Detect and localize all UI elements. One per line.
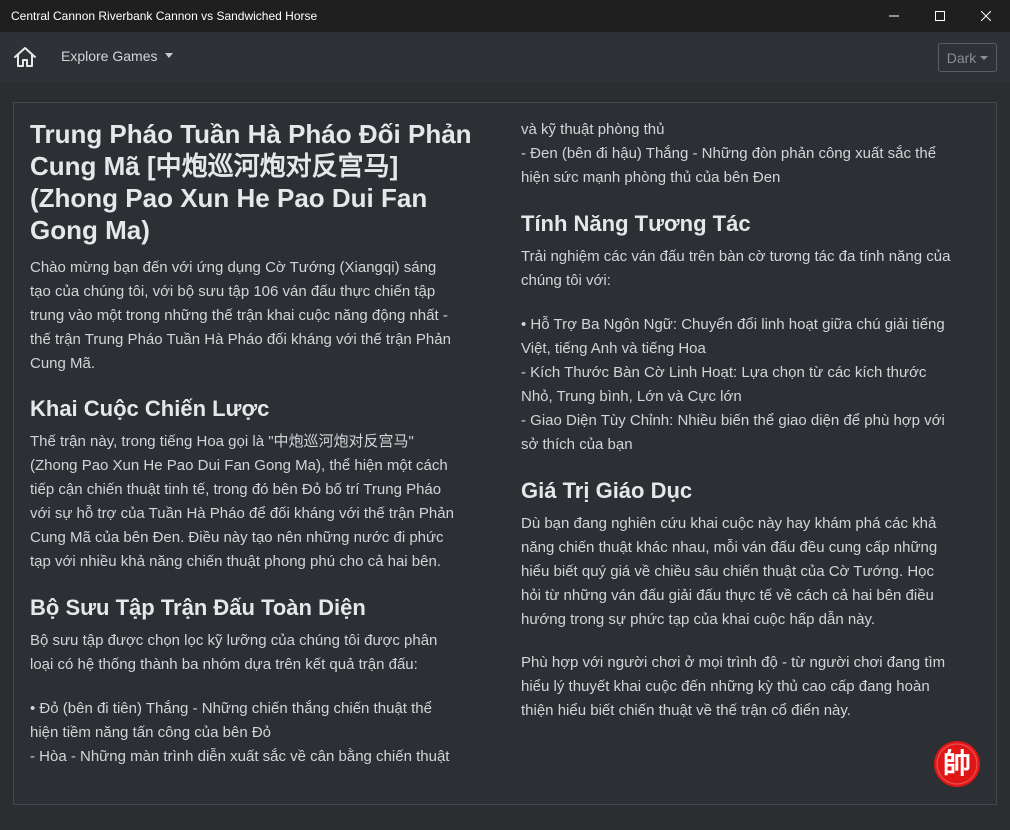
home-button[interactable] [12,44,38,70]
maximize-button[interactable] [917,0,963,32]
education-paragraph: Dù bạn đang nghiên cứu khai cuộc này hay… [521,515,938,628]
collection-list: • Đỏ (bên đi tiên) Thắng - Những chiến t… [30,700,450,765]
caret-down-icon [980,55,989,60]
title-bar: Central Cannon Riverbank Cannon vs Sandw… [0,0,1010,32]
theme-dropdown-button[interactable]: Dark [938,43,997,72]
minimize-icon [889,15,899,17]
close-button[interactable] [963,0,1009,32]
strategy-paragraph: Thế trận này, trong tiếng Hoa gọi là "中炮… [30,433,454,570]
home-icon [14,47,36,67]
xiangqi-logo-icon: 帥 [934,741,980,787]
app-window: Central Cannon Riverbank Cannon vs Sandw… [0,0,1010,830]
intro-paragraph: Chào mừng bạn đến với ứng dụng Cờ Tướng … [30,259,451,372]
caret-down-icon [165,52,174,58]
features-paragraph: Trải nghiệm các ván đấu trên bàn cờ tươn… [521,248,951,289]
maximize-icon [935,11,945,21]
theme-label: Dark [946,49,977,66]
window-title: Central Cannon Riverbank Cannon vs Sandw… [11,9,318,23]
collection-heading: Bộ Sưu Tập Trận Đấu Toàn Diện [30,595,366,620]
collection-paragraph: Bộ sưu tập được chọn lọc kỹ lưỡng của ch… [30,632,438,673]
close-icon [981,11,991,21]
closing-paragraph: Phù hợp với người chơi ở mọi trình độ - … [521,654,946,719]
explore-games-label: Explore Games [61,48,158,64]
strategy-heading: Khai Cuộc Chiến Lược [30,396,270,421]
collection-list-continued: và kỹ thuật phòng thủ - Đen (bên đi hậu)… [521,121,937,186]
minimize-button[interactable] [871,0,917,32]
education-heading: Giá Trị Giáo Dục [521,478,693,503]
content-panel: Trung Pháo Tuần Hà Pháo Đối Phản Cung Mã… [13,102,997,805]
explore-games-dropdown[interactable]: Explore Games [61,48,174,64]
features-list: • Hỗ Trợ Ba Ngôn Ngữ: Chuyển đổi linh ho… [521,316,945,453]
nav-bar: Explore Games [0,32,1010,82]
page-title: Trung Pháo Tuần Hà Pháo Đối Phản Cung Mã… [30,119,472,245]
logo-glyph: 帥 [943,747,971,780]
features-heading: Tính Năng Tương Tác [521,211,751,236]
